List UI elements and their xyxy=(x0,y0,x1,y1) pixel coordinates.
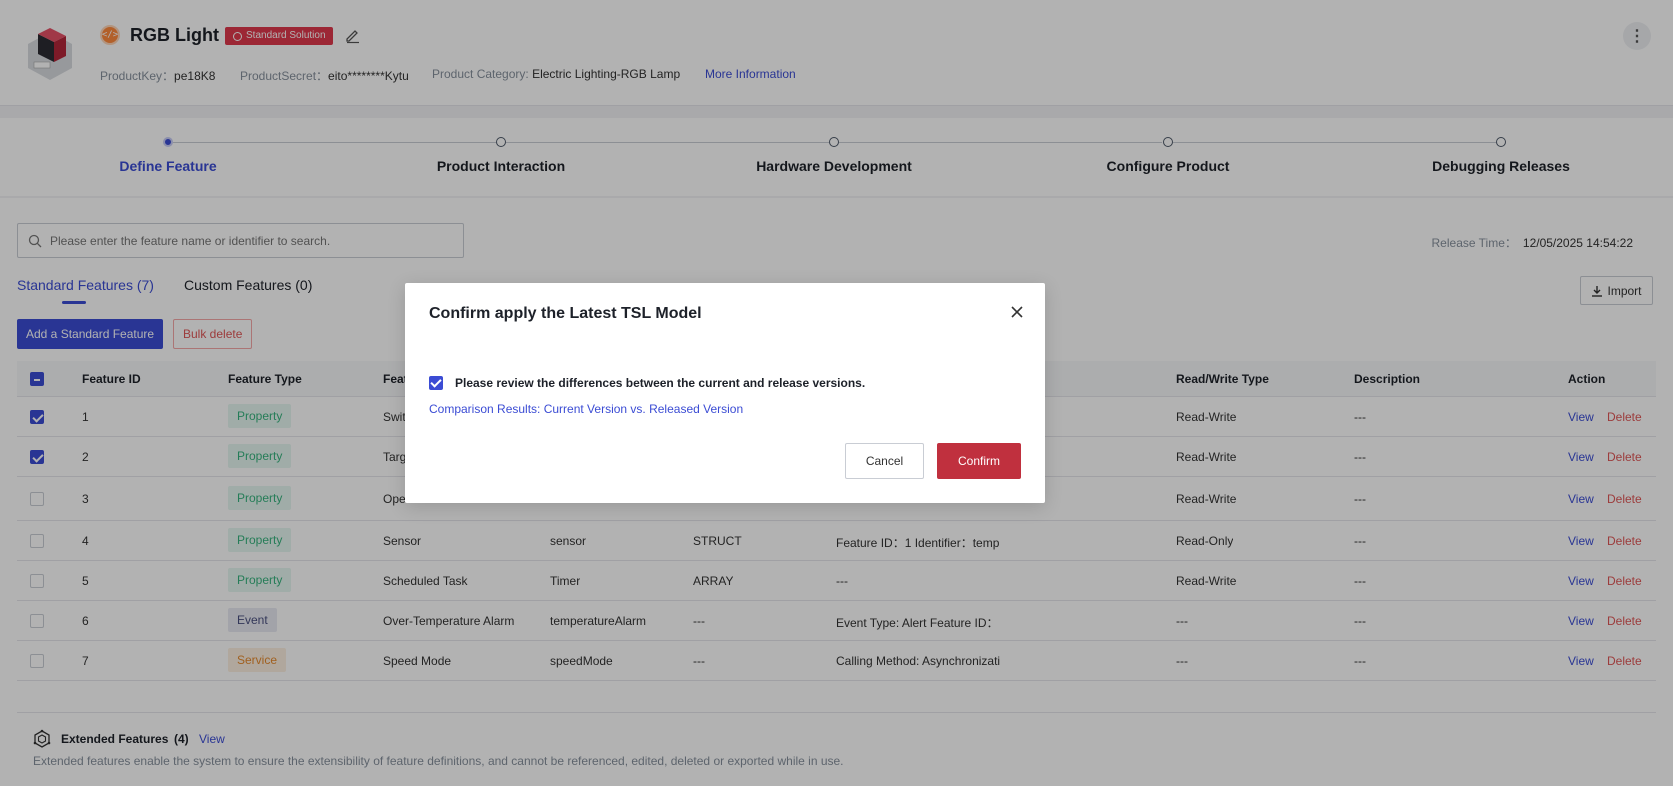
review-differences-label: Please review the differences between th… xyxy=(455,376,866,390)
close-icon[interactable] xyxy=(1008,303,1026,321)
dialog-title: Confirm apply the Latest TSL Model xyxy=(429,305,702,322)
review-differences-checkbox[interactable] xyxy=(429,376,443,390)
cancel-button[interactable]: Cancel xyxy=(845,443,924,479)
confirm-tsl-dialog: Confirm apply the Latest TSL Model Pleas… xyxy=(405,283,1045,503)
comparison-results-link[interactable]: Comparison Results: Current Version vs. … xyxy=(429,402,743,416)
confirm-button[interactable]: Confirm xyxy=(937,443,1021,479)
